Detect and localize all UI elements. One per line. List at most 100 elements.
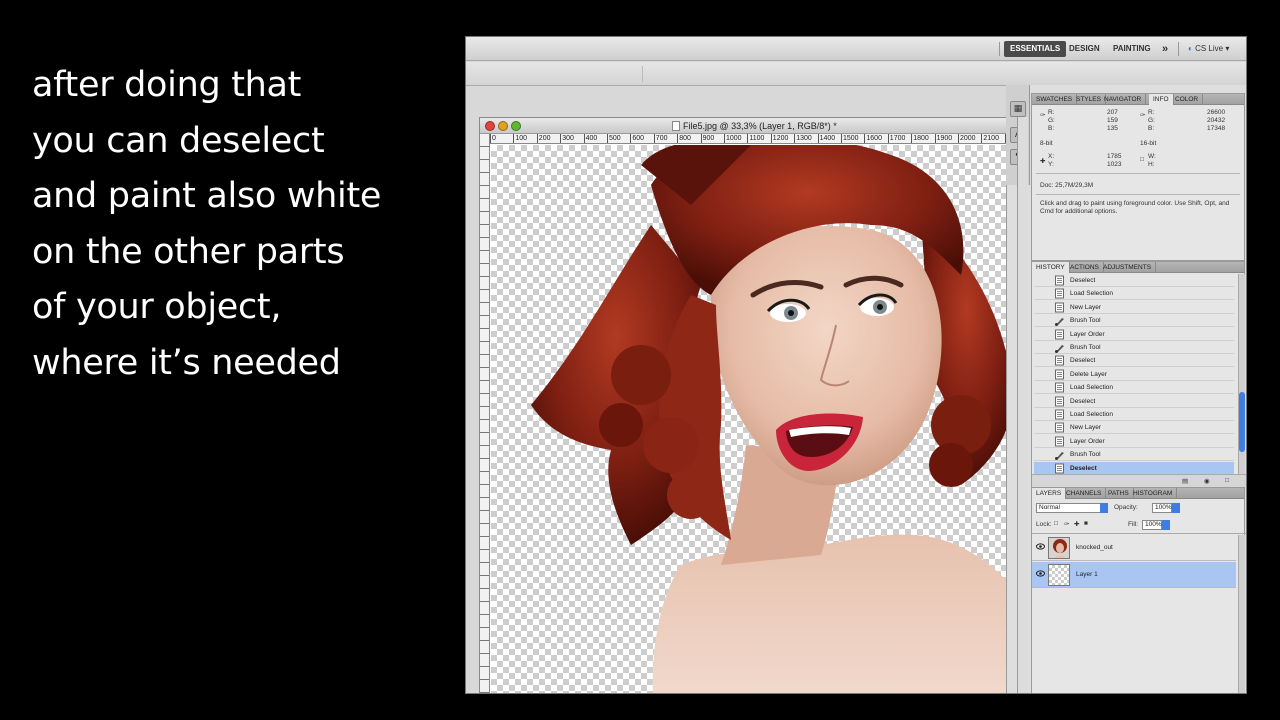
image-canvas[interactable]	[491, 145, 1028, 693]
history-item-label: Layer Order	[1070, 330, 1105, 338]
document-titlebar[interactable]: File5.jpg @ 33,3% (Layer 1, RGB/8*) *	[480, 118, 1028, 134]
lock-transparent-icon[interactable]: □	[1054, 520, 1058, 527]
eye-icon[interactable]	[1036, 570, 1045, 577]
document-window: File5.jpg @ 33,3% (Layer 1, RGB/8*) * 0 1…	[479, 117, 1029, 693]
history-item-label: Deselect	[1070, 397, 1096, 405]
horizontal-ruler[interactable]: 0 100 200 300 400 500 600 700 800 900 1000 1100 1200…	[490, 134, 1028, 144]
tab-histogram[interactable]: HISTOGRAM	[1129, 488, 1178, 499]
label-h: H:	[1148, 161, 1155, 168]
history-item[interactable]: New Layer	[1034, 301, 1234, 314]
history-scrollbar[interactable]	[1238, 274, 1245, 474]
history-item[interactable]: New Layer	[1034, 421, 1234, 435]
history-state-icon	[1055, 436, 1064, 447]
workspace-essentials[interactable]: ESSENTIALS	[1004, 41, 1067, 57]
history-item[interactable]: Layer Order	[1034, 328, 1234, 341]
history-item[interactable]: Load Selection	[1034, 381, 1234, 395]
value-r-8bit: 207	[1107, 109, 1118, 116]
history-state-icon	[1055, 329, 1064, 340]
options-bar	[466, 62, 1246, 86]
layer-thumbnail	[1048, 564, 1070, 586]
trash-icon[interactable]: □	[1225, 477, 1229, 484]
cs-live-button[interactable]: ◐ CS Live ▾	[1182, 41, 1235, 57]
history-item[interactable]: Deselect	[1034, 395, 1234, 408]
ruler-tick-label: 800	[677, 134, 691, 143]
chevron-down-icon[interactable]	[1172, 503, 1180, 513]
ruler-tick-label: 1700	[887, 134, 906, 143]
ruler-tick-label: 1800	[911, 134, 929, 143]
ruler-tick-label: 1400	[817, 134, 836, 143]
layers-scrollbar[interactable]	[1238, 535, 1245, 693]
history-item-label: Layer Order	[1070, 437, 1105, 445]
label-r: R:	[1148, 109, 1155, 116]
blend-mode-value: Normal	[1039, 504, 1060, 511]
history-item[interactable]: Deselect	[1034, 354, 1234, 368]
history-panel-tabs: HISTORY ACTIONS ADJUSTMENTS	[1032, 262, 1244, 273]
close-window-button[interactable]	[485, 121, 495, 131]
lock-position-icon[interactable]: ✚	[1074, 520, 1079, 528]
label-r: R:	[1048, 109, 1055, 116]
opacity-label: Opacity:	[1114, 504, 1138, 511]
layer-thumbnail	[1048, 537, 1070, 559]
history-item[interactable]: Load Selection	[1034, 408, 1234, 421]
chevron-down-icon[interactable]	[1162, 520, 1170, 530]
camera-icon[interactable]: ◉	[1204, 477, 1210, 485]
tool-hint: Click and drag to paint using foreground…	[1040, 200, 1230, 215]
crosshair-icon: ✚	[1040, 158, 1046, 165]
label-b: B:	[1048, 125, 1055, 132]
more-workspaces-button[interactable]: »	[1156, 41, 1174, 57]
document-scrollbar[interactable]	[1017, 117, 1028, 693]
tab-navigator[interactable]: NAVIGATOR	[1100, 94, 1147, 105]
tab-swatches[interactable]: SWATCHES	[1032, 94, 1078, 105]
cs-live-label: CS Live	[1195, 44, 1224, 53]
tab-channels[interactable]: CHANNELS	[1062, 488, 1107, 499]
history-footer: ▤ ◉ □	[1032, 474, 1246, 487]
cs-live-icon: ◐	[1188, 44, 1193, 53]
zoom-window-button[interactable]	[511, 121, 521, 131]
lock-all-icon[interactable]: ■	[1084, 520, 1088, 527]
layer-name: Layer 1	[1076, 571, 1098, 578]
eyedropper-icon: ✑	[1140, 112, 1146, 119]
value-x: 1785	[1107, 153, 1122, 160]
history-item[interactable]: Layer Order	[1034, 435, 1234, 448]
history-item[interactable]: Brush Tool	[1034, 314, 1234, 328]
divider	[1036, 173, 1240, 174]
lock-pixels-icon[interactable]: ✑	[1064, 520, 1069, 528]
eye-icon[interactable]	[1036, 543, 1045, 550]
layer-row-layer-1[interactable]: Layer 1	[1032, 562, 1236, 588]
vertical-ruler[interactable]	[480, 134, 490, 693]
history-item[interactable]: Brush Tool	[1034, 341, 1234, 354]
history-item-label: Brush Tool	[1070, 317, 1101, 325]
history-item[interactable]: Load Selection	[1034, 287, 1234, 301]
history-item[interactable]: Deselect	[1034, 274, 1234, 287]
swatch-grid-icon[interactable]: ▦	[1010, 101, 1026, 117]
info-panel: SWATCHES STYLES NAVIGATOR INFO COLOR ✑ R…	[1031, 93, 1245, 261]
history-item-label: Brush Tool	[1070, 344, 1101, 351]
ruler-tick-label: 1000	[724, 134, 742, 143]
history-item[interactable]: Brush Tool	[1034, 448, 1234, 462]
divider	[642, 66, 643, 82]
workspace-painting[interactable]: PAINTING	[1107, 41, 1157, 57]
minimize-window-button[interactable]	[498, 121, 508, 131]
doc-size: Doc: 25,7M/29,3M	[1040, 182, 1094, 189]
history-item[interactable]: Delete Layer	[1034, 368, 1234, 381]
workspace-design[interactable]: DESIGN	[1063, 41, 1106, 57]
label-b: B:	[1148, 125, 1155, 132]
fill-field[interactable]: 100%	[1142, 520, 1162, 530]
history-state-icon	[1055, 463, 1064, 474]
tab-adjustments[interactable]: ADJUSTMENTS	[1099, 262, 1157, 273]
new-document-icon[interactable]: ▤	[1182, 477, 1188, 485]
ruler-tick-label: 600	[630, 134, 645, 143]
tab-color[interactable]: COLOR	[1171, 94, 1204, 105]
history-item-label: Load Selection	[1070, 384, 1114, 392]
scrollbar-thumb[interactable]	[1239, 392, 1245, 452]
chevron-down-icon[interactable]	[1100, 503, 1108, 513]
divider	[999, 42, 1000, 56]
opacity-field[interactable]: 100%	[1152, 503, 1172, 513]
label-y: Y:	[1048, 161, 1054, 168]
history-item[interactable]: Deselect	[1034, 461, 1234, 474]
tab-history[interactable]: HISTORY	[1032, 262, 1070, 273]
blend-mode-select[interactable]: Normal	[1036, 503, 1108, 513]
tab-info[interactable]: INFO	[1149, 94, 1174, 105]
ruler-tick-label: 300	[560, 134, 574, 143]
layer-row-knocked-out[interactable]: knocked_out	[1032, 535, 1236, 561]
